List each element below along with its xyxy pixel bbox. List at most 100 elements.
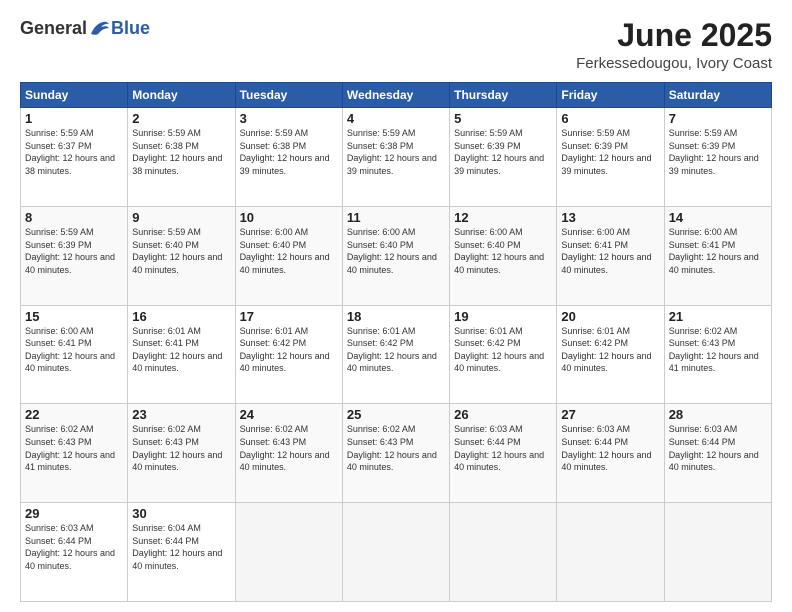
table-row: 23 Sunrise: 6:02 AMSunset: 6:43 PMDaylig… xyxy=(128,404,235,503)
calendar-week-row: 22 Sunrise: 6:02 AMSunset: 6:43 PMDaylig… xyxy=(21,404,772,503)
table-row: 4 Sunrise: 5:59 AMSunset: 6:38 PMDayligh… xyxy=(342,108,449,207)
table-row: 14 Sunrise: 6:00 AMSunset: 6:41 PMDaylig… xyxy=(664,206,771,305)
table-row: 29 Sunrise: 6:03 AMSunset: 6:44 PMDaylig… xyxy=(21,503,128,602)
col-monday: Monday xyxy=(128,83,235,108)
table-row: 27 Sunrise: 6:03 AMSunset: 6:44 PMDaylig… xyxy=(557,404,664,503)
day-info: Sunrise: 6:02 AMSunset: 6:43 PMDaylight:… xyxy=(25,424,115,472)
day-number: 22 xyxy=(25,407,123,422)
title-block: June 2025 Ferkessedougou, Ivory Coast xyxy=(576,18,772,72)
day-info: Sunrise: 5:59 AMSunset: 6:38 PMDaylight:… xyxy=(347,128,437,176)
col-sunday: Sunday xyxy=(21,83,128,108)
day-info: Sunrise: 6:03 AMSunset: 6:44 PMDaylight:… xyxy=(25,523,115,571)
day-number: 5 xyxy=(454,111,552,126)
calendar-week-row: 8 Sunrise: 5:59 AMSunset: 6:39 PMDayligh… xyxy=(21,206,772,305)
day-number: 27 xyxy=(561,407,659,422)
table-row: 13 Sunrise: 6:00 AMSunset: 6:41 PMDaylig… xyxy=(557,206,664,305)
day-number: 17 xyxy=(240,309,338,324)
day-info: Sunrise: 6:03 AMSunset: 6:44 PMDaylight:… xyxy=(669,424,759,472)
table-row: 21 Sunrise: 6:02 AMSunset: 6:43 PMDaylig… xyxy=(664,305,771,404)
day-info: Sunrise: 6:01 AMSunset: 6:42 PMDaylight:… xyxy=(347,326,437,374)
day-info: Sunrise: 5:59 AMSunset: 6:39 PMDaylight:… xyxy=(454,128,544,176)
day-number: 1 xyxy=(25,111,123,126)
day-info: Sunrise: 5:59 AMSunset: 6:37 PMDaylight:… xyxy=(25,128,115,176)
logo-bird-icon xyxy=(89,20,111,38)
subtitle: Ferkessedougou, Ivory Coast xyxy=(576,55,772,72)
table-row: 28 Sunrise: 6:03 AMSunset: 6:44 PMDaylig… xyxy=(664,404,771,503)
day-info: Sunrise: 5:59 AMSunset: 6:39 PMDaylight:… xyxy=(669,128,759,176)
table-row: 20 Sunrise: 6:01 AMSunset: 6:42 PMDaylig… xyxy=(557,305,664,404)
day-number: 25 xyxy=(347,407,445,422)
day-info: Sunrise: 6:00 AMSunset: 6:41 PMDaylight:… xyxy=(25,326,115,374)
logo-blue-text: Blue xyxy=(111,18,150,39)
table-row: 8 Sunrise: 5:59 AMSunset: 6:39 PMDayligh… xyxy=(21,206,128,305)
day-number: 2 xyxy=(132,111,230,126)
day-info: Sunrise: 5:59 AMSunset: 6:40 PMDaylight:… xyxy=(132,227,222,275)
table-row: 19 Sunrise: 6:01 AMSunset: 6:42 PMDaylig… xyxy=(450,305,557,404)
day-number: 20 xyxy=(561,309,659,324)
day-number: 11 xyxy=(347,210,445,225)
table-row: 11 Sunrise: 6:00 AMSunset: 6:40 PMDaylig… xyxy=(342,206,449,305)
table-row xyxy=(664,503,771,602)
day-info: Sunrise: 6:01 AMSunset: 6:42 PMDaylight:… xyxy=(454,326,544,374)
table-row: 24 Sunrise: 6:02 AMSunset: 6:43 PMDaylig… xyxy=(235,404,342,503)
col-wednesday: Wednesday xyxy=(342,83,449,108)
day-number: 8 xyxy=(25,210,123,225)
day-info: Sunrise: 6:03 AMSunset: 6:44 PMDaylight:… xyxy=(454,424,544,472)
col-thursday: Thursday xyxy=(450,83,557,108)
day-number: 10 xyxy=(240,210,338,225)
day-number: 14 xyxy=(669,210,767,225)
main-title: June 2025 xyxy=(576,18,772,53)
day-number: 19 xyxy=(454,309,552,324)
header: General Blue June 2025 Ferkessedougou, I… xyxy=(20,18,772,72)
day-info: Sunrise: 6:00 AMSunset: 6:41 PMDaylight:… xyxy=(561,227,651,275)
day-info: Sunrise: 6:01 AMSunset: 6:41 PMDaylight:… xyxy=(132,326,222,374)
day-info: Sunrise: 6:00 AMSunset: 6:41 PMDaylight:… xyxy=(669,227,759,275)
col-friday: Friday xyxy=(557,83,664,108)
table-row: 2 Sunrise: 5:59 AMSunset: 6:38 PMDayligh… xyxy=(128,108,235,207)
page: General Blue June 2025 Ferkessedougou, I… xyxy=(0,0,792,612)
calendar-header-row: Sunday Monday Tuesday Wednesday Thursday… xyxy=(21,83,772,108)
table-row: 3 Sunrise: 5:59 AMSunset: 6:38 PMDayligh… xyxy=(235,108,342,207)
calendar-week-row: 1 Sunrise: 5:59 AMSunset: 6:37 PMDayligh… xyxy=(21,108,772,207)
day-info: Sunrise: 6:00 AMSunset: 6:40 PMDaylight:… xyxy=(347,227,437,275)
table-row xyxy=(235,503,342,602)
table-row: 7 Sunrise: 5:59 AMSunset: 6:39 PMDayligh… xyxy=(664,108,771,207)
day-info: Sunrise: 6:02 AMSunset: 6:43 PMDaylight:… xyxy=(347,424,437,472)
table-row: 1 Sunrise: 5:59 AMSunset: 6:37 PMDayligh… xyxy=(21,108,128,207)
day-number: 26 xyxy=(454,407,552,422)
table-row: 30 Sunrise: 6:04 AMSunset: 6:44 PMDaylig… xyxy=(128,503,235,602)
table-row xyxy=(342,503,449,602)
col-saturday: Saturday xyxy=(664,83,771,108)
table-row: 22 Sunrise: 6:02 AMSunset: 6:43 PMDaylig… xyxy=(21,404,128,503)
day-info: Sunrise: 6:04 AMSunset: 6:44 PMDaylight:… xyxy=(132,523,222,571)
table-row: 16 Sunrise: 6:01 AMSunset: 6:41 PMDaylig… xyxy=(128,305,235,404)
table-row xyxy=(557,503,664,602)
day-info: Sunrise: 6:02 AMSunset: 6:43 PMDaylight:… xyxy=(240,424,330,472)
day-info: Sunrise: 6:00 AMSunset: 6:40 PMDaylight:… xyxy=(240,227,330,275)
table-row: 5 Sunrise: 5:59 AMSunset: 6:39 PMDayligh… xyxy=(450,108,557,207)
day-number: 23 xyxy=(132,407,230,422)
table-row: 26 Sunrise: 6:03 AMSunset: 6:44 PMDaylig… xyxy=(450,404,557,503)
day-number: 16 xyxy=(132,309,230,324)
table-row: 9 Sunrise: 5:59 AMSunset: 6:40 PMDayligh… xyxy=(128,206,235,305)
table-row: 17 Sunrise: 6:01 AMSunset: 6:42 PMDaylig… xyxy=(235,305,342,404)
day-number: 12 xyxy=(454,210,552,225)
day-number: 28 xyxy=(669,407,767,422)
day-info: Sunrise: 6:03 AMSunset: 6:44 PMDaylight:… xyxy=(561,424,651,472)
calendar-week-row: 29 Sunrise: 6:03 AMSunset: 6:44 PMDaylig… xyxy=(21,503,772,602)
day-number: 24 xyxy=(240,407,338,422)
day-number: 29 xyxy=(25,506,123,521)
table-row: 10 Sunrise: 6:00 AMSunset: 6:40 PMDaylig… xyxy=(235,206,342,305)
day-number: 13 xyxy=(561,210,659,225)
day-number: 7 xyxy=(669,111,767,126)
calendar-table: Sunday Monday Tuesday Wednesday Thursday… xyxy=(20,82,772,602)
day-info: Sunrise: 5:59 AMSunset: 6:39 PMDaylight:… xyxy=(25,227,115,275)
day-info: Sunrise: 5:59 AMSunset: 6:38 PMDaylight:… xyxy=(240,128,330,176)
day-info: Sunrise: 6:00 AMSunset: 6:40 PMDaylight:… xyxy=(454,227,544,275)
day-number: 30 xyxy=(132,506,230,521)
table-row: 25 Sunrise: 6:02 AMSunset: 6:43 PMDaylig… xyxy=(342,404,449,503)
day-info: Sunrise: 6:02 AMSunset: 6:43 PMDaylight:… xyxy=(669,326,759,374)
day-number: 3 xyxy=(240,111,338,126)
day-info: Sunrise: 6:02 AMSunset: 6:43 PMDaylight:… xyxy=(132,424,222,472)
table-row: 18 Sunrise: 6:01 AMSunset: 6:42 PMDaylig… xyxy=(342,305,449,404)
